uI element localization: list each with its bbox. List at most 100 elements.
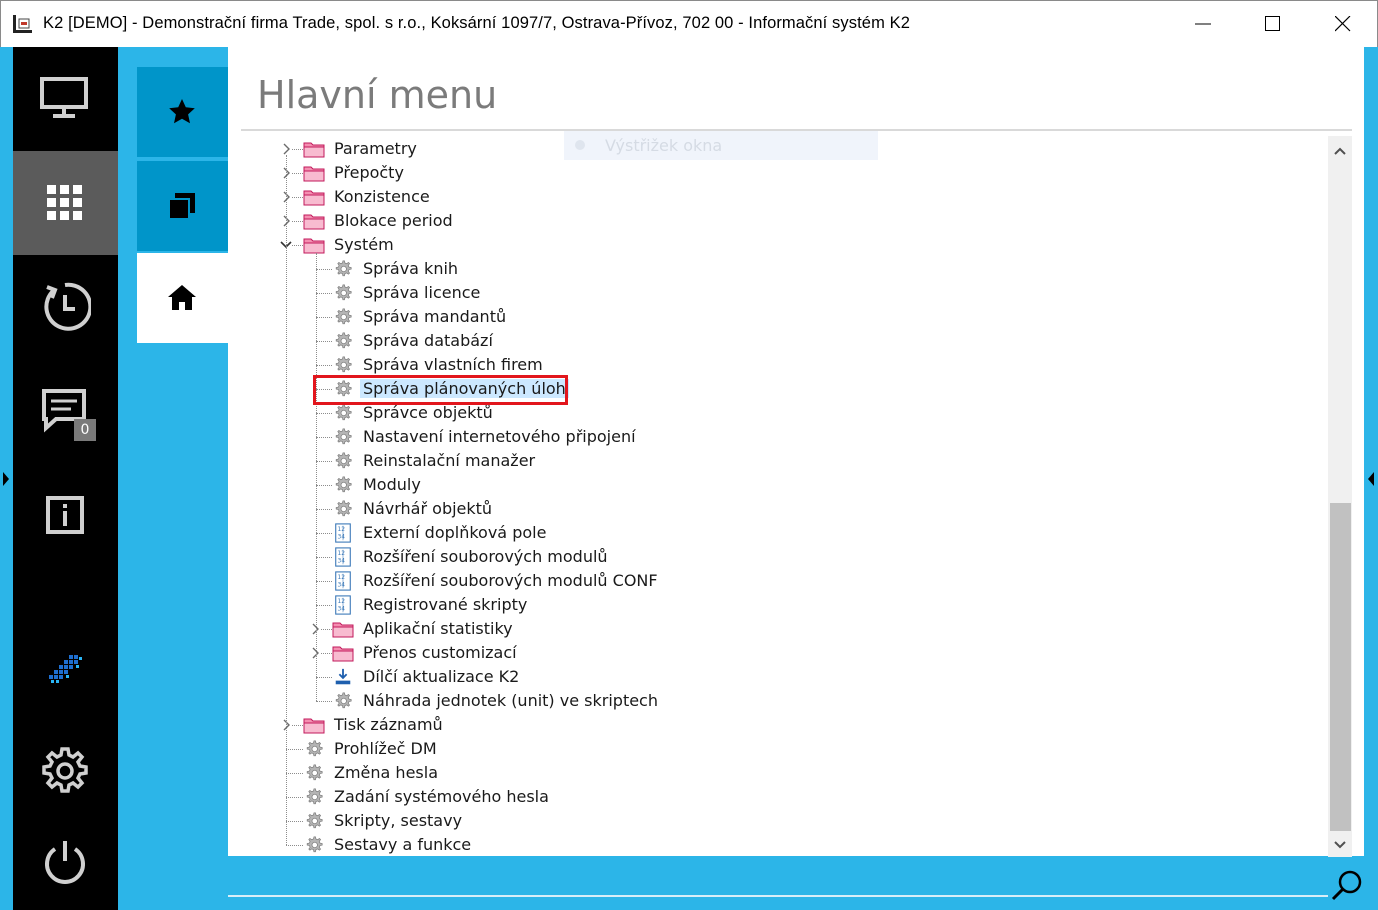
- gear-icon: [332, 475, 354, 495]
- tree-item-dilci-aktualizace-k2[interactable]: Dílčí aktualizace K2: [0, 665, 900, 689]
- minimize-button[interactable]: [1168, 1, 1238, 47]
- tree-item-label: Registrované skripty: [363, 595, 528, 614]
- tree-item-externi-doplnkova-pole[interactable]: Externí doplňková pole: [0, 521, 900, 545]
- tree-item-moduly[interactable]: Moduly: [0, 473, 900, 497]
- folder-icon: [303, 715, 325, 735]
- sidebar-item-desktop[interactable]: [13, 47, 118, 151]
- expand-right-chevron-icon[interactable]: [309, 623, 321, 635]
- tree-item-reinstalacni-manazer[interactable]: Reinstalační manažer: [0, 449, 900, 473]
- folder-icon: [303, 235, 325, 255]
- tree-item-skripty-sestavy[interactable]: Skripty, sestavy: [0, 809, 900, 833]
- tree-item-label: Moduly: [363, 475, 421, 494]
- tree-item-label: Změna hesla: [334, 763, 438, 782]
- tree-item-parametry[interactable]: Parametry: [0, 137, 900, 161]
- tree-item-system[interactable]: Systém: [0, 233, 900, 257]
- number-document-icon: [332, 571, 354, 591]
- tree-item-navrhar-objektu[interactable]: Návrhář objektů: [0, 497, 900, 521]
- tree-item-label: Správa knih: [363, 259, 459, 278]
- folder-icon: [303, 187, 325, 207]
- gear-icon: [303, 835, 325, 855]
- tree-item-sprava-databazi[interactable]: Správa databází: [0, 329, 900, 353]
- tree-item-aplikacni-statistiky[interactable]: Aplikační statistiky: [0, 617, 900, 641]
- tree-item-blokace-period[interactable]: Blokace period: [0, 209, 900, 233]
- tree-item-label: Přenos customizací: [363, 643, 517, 662]
- folder-icon: [303, 211, 325, 231]
- gear-icon: [303, 787, 325, 807]
- minimize-icon: [1195, 23, 1211, 25]
- tree-item-sprava-planovanych-uloh[interactable]: Správa plánovaných úloh: [0, 377, 900, 401]
- search-icon[interactable]: [1330, 868, 1364, 902]
- window-title: K2 [DEMO] - Demonstrační firma Trade, sp…: [43, 14, 910, 32]
- tree-item-konzistence[interactable]: Konzistence: [0, 185, 900, 209]
- tree-item-sprava-vlastnich-firem[interactable]: Správa vlastních firem: [0, 353, 900, 377]
- star-icon: [169, 99, 195, 124]
- tree-item-label: Prohlížeč DM: [334, 739, 437, 758]
- collapse-right-arrow-icon[interactable]: [1367, 471, 1375, 487]
- gear-icon: [332, 451, 354, 471]
- tree-item-prenos-customizaci[interactable]: Přenos customizací: [0, 641, 900, 665]
- expand-right-chevron-icon[interactable]: [309, 647, 321, 659]
- tree-item-sprava-licence[interactable]: Správa licence: [0, 281, 900, 305]
- tree-item-label: Externí doplňková pole: [363, 523, 547, 542]
- tree-item-zmena-hesla[interactable]: Změna hesla: [0, 761, 900, 785]
- tree-item-nastaveni-internetoveho-pripojeni[interactable]: Nastavení internetového připojení: [0, 425, 900, 449]
- tree-item-rozsireni-souborovych-modulu[interactable]: Rozšíření souborových modulů: [0, 545, 900, 569]
- tree-item-label: Návrhář objektů: [363, 499, 493, 518]
- tree-item-prohlizec-dm[interactable]: Prohlížeč DM: [0, 737, 900, 761]
- gear-icon: [332, 259, 354, 279]
- number-document-icon: [332, 523, 354, 543]
- tree-item-label: Správa plánovaných úloh: [360, 379, 569, 398]
- number-document-icon: [332, 595, 354, 615]
- close-button[interactable]: [1308, 1, 1378, 47]
- folder-icon: [332, 643, 354, 663]
- gear-icon: [332, 355, 354, 375]
- tree-item-label: Přepočty: [334, 163, 404, 182]
- tree-item-label: Náhrada jednotek (unit) ve skriptech: [363, 691, 658, 710]
- monitor-icon: [40, 77, 88, 118]
- folder-icon: [303, 139, 325, 159]
- gear-icon: [332, 403, 354, 423]
- tree-item-sestavy-a-funkce[interactable]: Sestavy a funkce: [0, 833, 900, 857]
- number-document-icon: [332, 547, 354, 567]
- tree-item-sprava-mandantu[interactable]: Správa mandantů: [0, 305, 900, 329]
- title-bar: K2 [DEMO] - Demonstrační firma Trade, sp…: [0, 0, 1378, 47]
- scrollbar-thumb[interactable]: [1330, 503, 1351, 831]
- tree-connector: [316, 253, 317, 701]
- gear-icon: [332, 283, 354, 303]
- tree-item-label: Rozšíření souborových modulů CONF: [363, 571, 658, 590]
- tree-item-registrovane-skripty[interactable]: Registrované skripty: [0, 593, 900, 617]
- gear-icon: [332, 691, 354, 711]
- tree-item-label: Konzistence: [334, 187, 430, 206]
- tree-item-label: Parametry: [334, 139, 417, 158]
- tree-item-spravce-objektu[interactable]: Správce objektů: [0, 401, 900, 425]
- expand-right-chevron-icon[interactable]: [280, 143, 292, 155]
- gear-icon: [332, 427, 354, 447]
- page-title: Hlavní menu: [257, 73, 498, 117]
- scroll-up-icon[interactable]: [1328, 140, 1352, 162]
- tree-item-rozsireni-souborovych-modulu-conf[interactable]: Rozšíření souborových modulů CONF: [0, 569, 900, 593]
- tree-item-tisk-zaznamu[interactable]: Tisk záznamů: [0, 713, 900, 737]
- tree-item-label: Dílčí aktualizace K2: [363, 667, 520, 686]
- tree-item-label: Blokace period: [334, 211, 453, 230]
- close-icon: [1335, 16, 1351, 32]
- gear-icon: [332, 379, 354, 399]
- tree-item-prepocty[interactable]: Přepočty: [0, 161, 900, 185]
- tree-item-label: Aplikační statistiky: [363, 619, 513, 638]
- search-bar-line[interactable]: [228, 895, 1328, 897]
- tree-item-label: Správce objektů: [363, 403, 493, 422]
- tree-item-label: Sestavy a funkce: [334, 835, 472, 854]
- scroll-down-icon[interactable]: [1328, 834, 1352, 856]
- tree-item-zadani-systemoveho-hesla[interactable]: Zadání systémového hesla: [0, 785, 900, 809]
- tree-item-label: Správa licence: [363, 283, 481, 302]
- folder-icon: [332, 619, 354, 639]
- tree-item-label: Rozšíření souborových modulů: [363, 547, 608, 566]
- tree-item-label: Skripty, sestavy: [334, 811, 463, 830]
- gear-icon: [332, 499, 354, 519]
- folder-icon: [303, 163, 325, 183]
- tree-item-nahrada-jednotek-unit-ve-skriptech[interactable]: Náhrada jednotek (unit) ve skriptech: [0, 689, 900, 713]
- tree-connector: [286, 155, 287, 845]
- gear-icon: [303, 811, 325, 831]
- maximize-button[interactable]: [1238, 1, 1308, 47]
- tree-item-sprava-knih[interactable]: Správa knih: [0, 257, 900, 281]
- maximize-icon: [1265, 16, 1280, 31]
